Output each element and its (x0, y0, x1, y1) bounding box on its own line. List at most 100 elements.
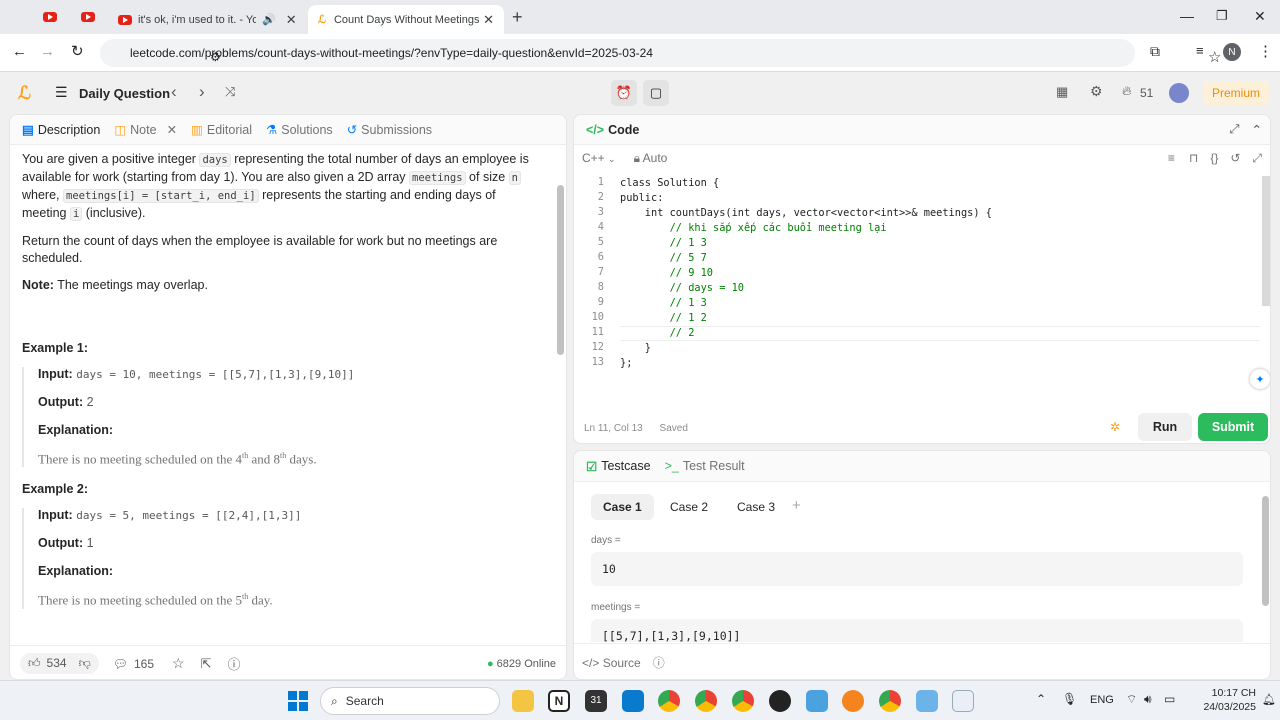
prev-problem-icon[interactable]: ‹ (171, 82, 177, 102)
leetcode-logo-icon[interactable]: ℒ (18, 83, 31, 104)
tab-description[interactable]: ▤ Description (22, 122, 100, 138)
vscode-icon[interactable] (622, 690, 644, 712)
minimize-icon[interactable]: — (1180, 8, 1194, 24)
meetings-input[interactable]: [[5,7],[1,3],[9,10]] (591, 619, 1243, 642)
case-3-tab[interactable]: Case 3 (725, 494, 787, 520)
tab-editorial[interactable]: ▥ Editorial (191, 122, 252, 138)
ai-assist-icon[interactable]: ✦ (1250, 369, 1270, 389)
format-icon[interactable]: ≡ (1168, 151, 1175, 165)
back-icon[interactable]: ← (12, 43, 27, 60)
add-case-icon[interactable]: + (792, 497, 801, 514)
snipping-tool-icon[interactable] (916, 690, 938, 712)
menu-dots-icon[interactable]: ⋮ (1258, 42, 1273, 60)
braces-icon[interactable]: {} (1210, 151, 1218, 165)
timer-icon[interactable]: ⏰ (611, 80, 637, 106)
youtube-tab-icon[interactable] (43, 12, 57, 22)
extensions-icon[interactable]: ⧉ (1150, 43, 1160, 60)
language-indicator[interactable]: ENG (1090, 694, 1114, 706)
auto-mode[interactable]: 🔒︎ Auto (634, 151, 668, 166)
clock[interactable]: 10:17 CH 24/03/2025 (1192, 686, 1256, 714)
submit-button[interactable]: Submit (1198, 413, 1268, 441)
collapse-icon[interactable]: ⌃ (1252, 122, 1262, 137)
tab-solutions[interactable]: ⚗ Solutions (266, 122, 333, 138)
premium-button[interactable]: Premium (1203, 81, 1269, 105)
close-window-icon[interactable]: ✕ (1254, 8, 1266, 25)
testcase-scrollbar[interactable] (1262, 496, 1269, 606)
reset-icon[interactable]: ↺ (1230, 151, 1240, 165)
close-note-icon[interactable]: ✕ (167, 122, 177, 137)
media-icon[interactable]: ≡ (1196, 43, 1204, 58)
language-select[interactable]: C++ ⌄ (582, 151, 616, 165)
microphone-icon[interactable]: 🎙︎ (1062, 692, 1077, 706)
zalo-icon[interactable] (952, 690, 974, 712)
source-button[interactable]: </> Source (582, 656, 641, 670)
chrome-profile-icon[interactable] (695, 690, 717, 712)
windows-start-icon[interactable] (288, 691, 308, 711)
chrome-icon[interactable] (658, 690, 680, 712)
taskbar-search[interactable]: ⌕ Search (320, 687, 500, 715)
profile-avatar[interactable]: N (1223, 43, 1241, 61)
battery-icon[interactable]: ▭ (1164, 692, 1175, 706)
maximize-icon[interactable]: ❐ (1216, 8, 1228, 24)
site-info-icon[interactable]: ⚙ (210, 50, 221, 64)
new-tab-icon[interactable]: + (512, 7, 523, 28)
notification-icon[interactable]: 🔔︎ (1262, 693, 1276, 706)
settings-gear-icon[interactable]: ⚙ (1090, 83, 1103, 100)
forward-icon[interactable]: → (40, 43, 55, 60)
description-scrollbar[interactable] (557, 185, 564, 355)
volume-icon[interactable]: 🔊︎ (1144, 692, 1152, 707)
notes-icon[interactable]: ▢ (643, 80, 669, 106)
description-panel: ▤ Description ◫ Note ✕ ▥ Editorial ⚗ Solution… (9, 114, 567, 680)
layout-icon[interactable]: ▦ (1056, 84, 1068, 100)
notepad-icon[interactable] (806, 690, 828, 712)
editor-scrollbar[interactable] (1262, 176, 1270, 306)
fullscreen-icon[interactable]: ⤢ (1230, 122, 1240, 137)
tab-note[interactable]: ◫ Note ✕ (114, 122, 177, 138)
url-bar[interactable]: ⚙ leetcode.com/problems/count-days-witho… (100, 39, 1221, 67)
thumbs-down-icon[interactable]: 👎︎ (79, 656, 91, 671)
tray-chevron-icon[interactable]: ⌃ (1036, 692, 1046, 706)
next-problem-icon[interactable]: › (199, 82, 205, 102)
user-avatar[interactable] (1169, 83, 1189, 103)
like-button[interactable]: 👍︎ 534 👎︎ (20, 653, 99, 674)
tab-test-result[interactable]: >_ Test Result (665, 459, 745, 473)
run-button[interactable]: Run (1138, 413, 1192, 441)
case-2-tab[interactable]: Case 2 (658, 494, 720, 520)
debug-icon[interactable]: ✲ (1110, 420, 1120, 434)
share-icon[interactable]: ⇱ (201, 656, 212, 672)
chrome-active-icon[interactable] (732, 690, 754, 712)
code-editor[interactable]: 1 2 3 4 5 6 7 8 9 10 11 12 13 class Solution {public… (574, 176, 1262, 376)
reload-icon[interactable]: ↻ (71, 42, 84, 60)
streak-fire-icon[interactable]: 🔥︎ (1122, 83, 1132, 99)
days-input[interactable]: 10 (591, 552, 1243, 586)
file-explorer-icon[interactable] (512, 690, 534, 712)
app-icon[interactable] (842, 690, 864, 712)
bookmark-star-icon[interactable]: ☆ (1208, 48, 1221, 66)
wifi-icon[interactable]: ⌔ (1126, 692, 1137, 707)
tab-submissions[interactable]: ↺ Submissions (347, 122, 432, 138)
github-icon[interactable] (769, 690, 791, 712)
case-1-tab[interactable]: Case 1 (591, 494, 654, 520)
daily-question-label[interactable]: Daily Question (79, 86, 170, 101)
close-tab-icon[interactable]: ✕ (286, 12, 297, 28)
chrome-alt-icon[interactable] (879, 690, 901, 712)
notion-icon[interactable]: N (548, 690, 570, 712)
comments-button[interactable]: 💬︎ 165 (113, 657, 154, 671)
speaker-icon[interactable]: 🔊 (262, 13, 276, 26)
example-2-explanation: There is no meeting scheduled on the 5th… (38, 592, 273, 608)
tab-leetcode[interactable]: ℒ Count Days Without Meetings ✕ (308, 5, 504, 34)
code-tab[interactable]: </> Code (586, 123, 639, 137)
bookmark-icon[interactable]: ⊓ (1189, 151, 1198, 165)
problem-list-icon[interactable]: ☰ (55, 84, 68, 101)
help-icon[interactable]: ⓘ (228, 654, 241, 673)
help-icon[interactable]: ⓘ (653, 654, 665, 671)
calendar-icon[interactable]: 31 (585, 690, 607, 712)
document-icon: ▤ (22, 123, 34, 137)
tab-testcase[interactable]: ☑ Testcase (586, 459, 651, 474)
shuffle-icon[interactable]: ⤨ (225, 84, 235, 100)
tab-youtube[interactable]: it's ok, i'm used to it. - You 🔊 ✕ (108, 5, 308, 34)
expand-icon[interactable]: ⤢ (1252, 151, 1262, 166)
close-tab-icon[interactable]: ✕ (483, 12, 494, 28)
favorite-star-icon[interactable]: ☆ (172, 655, 185, 672)
youtube-tab-icon[interactable] (81, 12, 95, 22)
